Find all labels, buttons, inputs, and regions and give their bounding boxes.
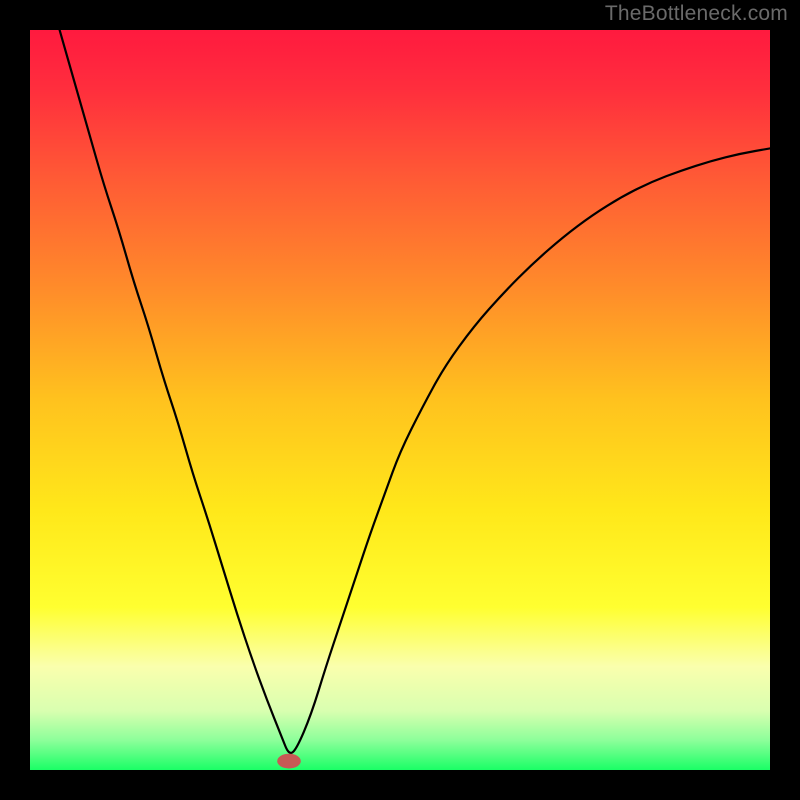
watermark-text: TheBottleneck.com: [605, 2, 788, 26]
chart-frame: TheBottleneck.com: [0, 0, 800, 800]
plot-area: [30, 30, 770, 770]
gradient-rect: [30, 30, 770, 770]
chart-svg: [30, 30, 770, 770]
optimal-marker: [277, 754, 301, 769]
